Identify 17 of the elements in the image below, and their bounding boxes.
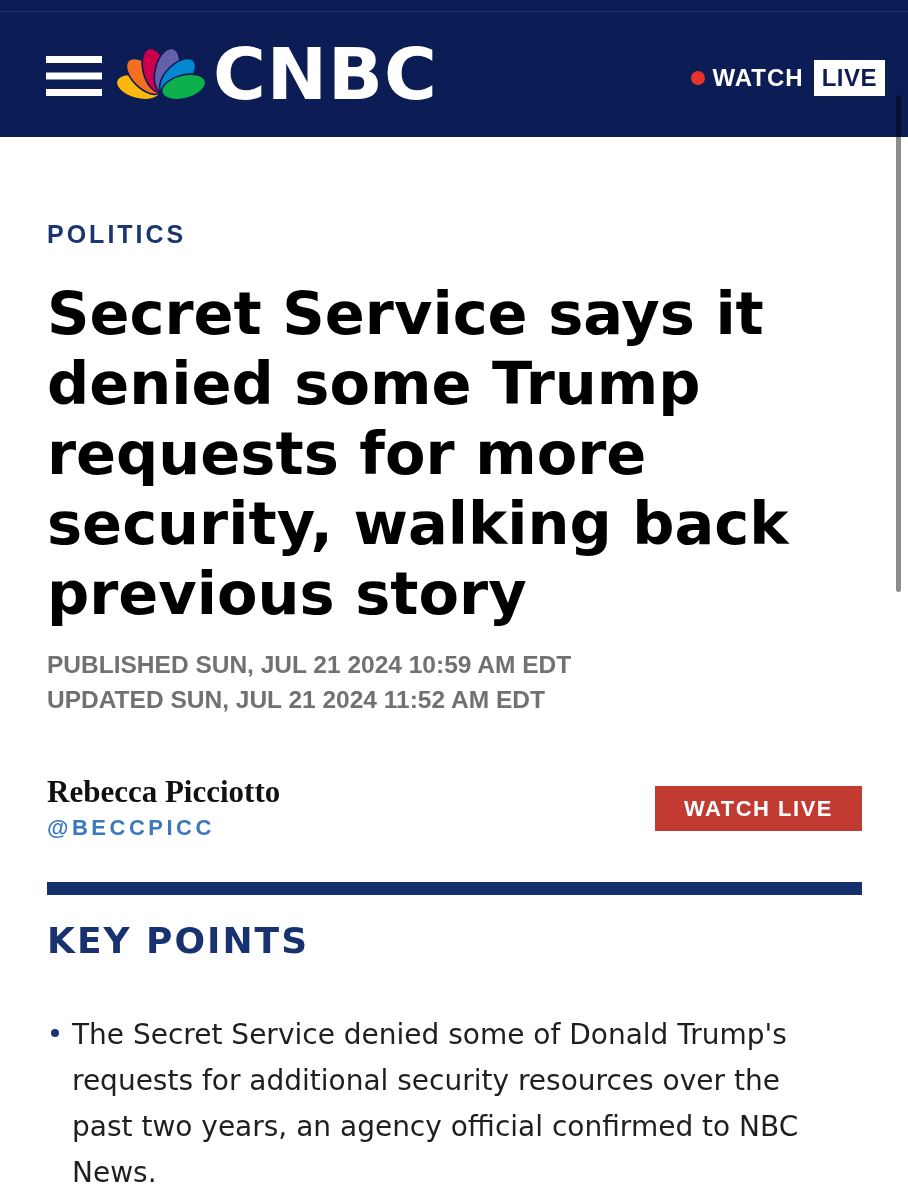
headline: Secret Service says it denied some Trump requests for more security, walking back previous story xyxy=(47,279,791,629)
section-link[interactable]: POLITICS xyxy=(47,219,187,249)
scrollbar-thumb[interactable] xyxy=(896,95,901,592)
logo-text[interactable]: CNBC xyxy=(213,38,438,110)
key-points-heading: KEY POINTS xyxy=(47,920,310,962)
peacock-logo-icon[interactable] xyxy=(115,47,207,101)
bullet-icon xyxy=(51,1029,59,1037)
watch-live-button[interactable]: WATCH LIVE xyxy=(654,786,862,831)
key-point-text: The Secret Service denied some of Donald Trump's requests for additional security resources over the past two years, an agency official confirmed to NBC News. xyxy=(72,1017,800,1191)
author-handle-link[interactable]: @BECCPICC xyxy=(47,815,215,841)
watch-live-link[interactable]: WATCH LIVE xyxy=(691,60,885,96)
live-badge: LIVE xyxy=(813,60,885,96)
published-date: PUBLISHED SUN, JUL 21 2024 10:59 AM EDT xyxy=(47,650,573,680)
menu-icon[interactable] xyxy=(46,56,102,96)
author-name: Rebecca Picciotto xyxy=(47,774,281,810)
live-dot-icon xyxy=(691,71,706,85)
updated-date: UPDATED SUN, JUL 21 2024 11:52 AM EDT xyxy=(47,685,546,715)
